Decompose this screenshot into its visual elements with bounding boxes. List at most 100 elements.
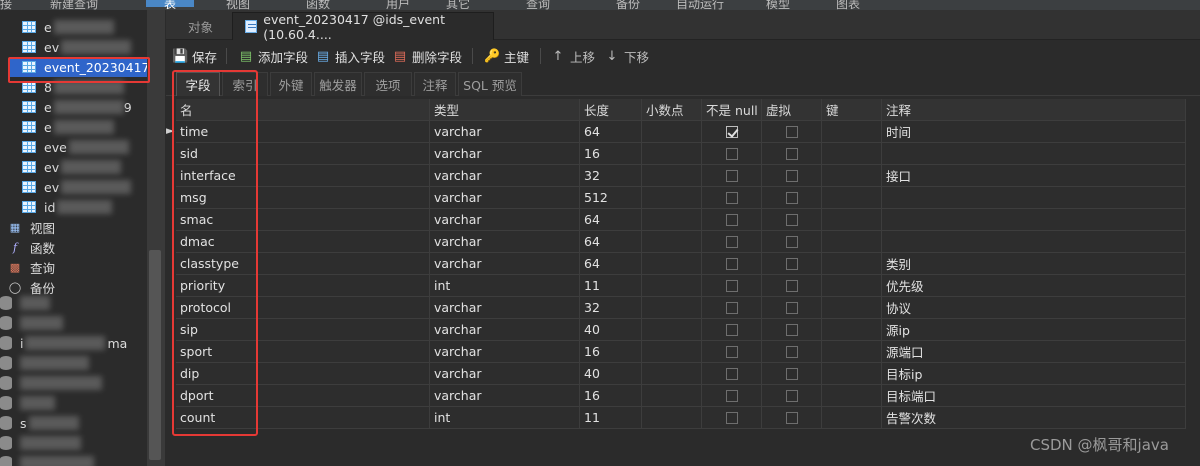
cell-decimals[interactable]: [642, 341, 702, 363]
table-row[interactable]: sip varchar 40 源ip: [176, 319, 1186, 341]
cell-comment[interactable]: [882, 187, 1186, 209]
cell-virtual[interactable]: [762, 231, 822, 253]
cell-comment[interactable]: [882, 209, 1186, 231]
top-menu-item[interactable]: 接: [0, 0, 12, 10]
subtab-2[interactable]: 外键: [270, 72, 312, 96]
cell-virtual[interactable]: [762, 209, 822, 231]
top-menu-item[interactable]: 新建查询: [50, 0, 98, 10]
cell-virtual[interactable]: [762, 297, 822, 319]
sidebar-database-item[interactable]: [0, 453, 94, 466]
not-null-checkbox[interactable]: [725, 191, 738, 204]
cell-comment[interactable]: [882, 143, 1186, 165]
sidebar-database-item[interactable]: i ma: [0, 333, 127, 353]
cell-virtual[interactable]: [762, 253, 822, 275]
cell-not-null[interactable]: [702, 319, 762, 341]
column-header[interactable]: 不是 null: [702, 99, 762, 121]
cell-decimals[interactable]: [642, 319, 702, 341]
cell-decimals[interactable]: [642, 407, 702, 429]
cell-key[interactable]: [822, 363, 882, 385]
table-row[interactable]: dport varchar 16 目标端口: [176, 385, 1186, 407]
add-field-button[interactable]: ▤ 添加字段: [238, 42, 308, 70]
column-header[interactable]: 小数点: [642, 99, 702, 121]
table-row[interactable]: dip varchar 40 目标ip: [176, 363, 1186, 385]
virtual-checkbox[interactable]: [785, 169, 798, 182]
table-row[interactable]: msg varchar 512: [176, 187, 1186, 209]
virtual-checkbox[interactable]: [785, 147, 798, 160]
primary-key-button[interactable]: 🔑 主键: [484, 42, 529, 70]
cell-not-null[interactable]: [702, 275, 762, 297]
cell-length[interactable]: 11: [580, 407, 642, 429]
sidebar-database-item[interactable]: [0, 293, 50, 313]
top-menu-item[interactable]: 视图: [226, 0, 250, 10]
cell-decimals[interactable]: [642, 209, 702, 231]
cell-decimals[interactable]: [642, 231, 702, 253]
cell-not-null[interactable]: [702, 297, 762, 319]
cell-virtual[interactable]: [762, 165, 822, 187]
not-null-checkbox[interactable]: [725, 279, 738, 292]
cell-type[interactable]: int: [430, 275, 580, 297]
not-null-checkbox[interactable]: [725, 125, 738, 138]
top-menu-item[interactable]: 查询: [526, 0, 550, 10]
cell-comment[interactable]: 协议: [882, 297, 1186, 319]
cell-length[interactable]: 32: [580, 297, 642, 319]
cell-not-null[interactable]: [702, 165, 762, 187]
virtual-checkbox[interactable]: [785, 279, 798, 292]
not-null-checkbox[interactable]: [725, 213, 738, 226]
sidebar-database-item[interactable]: [0, 433, 81, 453]
insert-field-button[interactable]: ▤ 插入字段: [315, 42, 385, 70]
delete-field-button[interactable]: ▤ 删除字段: [392, 42, 462, 70]
cell-comment[interactable]: 源端口: [882, 341, 1186, 363]
cell-key[interactable]: [822, 209, 882, 231]
cell-not-null[interactable]: [702, 209, 762, 231]
cell-comment[interactable]: 时间: [882, 121, 1186, 143]
sidebar-scrollbar-thumb[interactable]: [149, 250, 161, 460]
cell-length[interactable]: 40: [580, 363, 642, 385]
cell-key[interactable]: [822, 385, 882, 407]
cell-length[interactable]: 11: [580, 275, 642, 297]
cell-key[interactable]: [822, 253, 882, 275]
virtual-checkbox[interactable]: [785, 213, 798, 226]
sidebar-object-view[interactable]: ▦ 视图: [8, 217, 55, 237]
top-menu-item[interactable]: 自动运行: [676, 0, 724, 10]
virtual-checkbox[interactable]: [785, 367, 798, 380]
column-header[interactable]: 键: [822, 99, 882, 121]
cell-not-null[interactable]: [702, 385, 762, 407]
table-row[interactable]: protocol varchar 32 协议: [176, 297, 1186, 319]
cell-decimals[interactable]: [642, 275, 702, 297]
sidebar-database-item[interactable]: s: [0, 413, 79, 433]
cell-virtual[interactable]: [762, 407, 822, 429]
virtual-checkbox[interactable]: [785, 411, 798, 424]
sidebar-database-item[interactable]: [0, 373, 102, 393]
cell-virtual[interactable]: [762, 385, 822, 407]
sidebar-table-item[interactable]: e9: [22, 97, 132, 117]
cell-decimals[interactable]: [642, 143, 702, 165]
sidebar-database-item[interactable]: [0, 313, 63, 333]
virtual-checkbox[interactable]: [785, 191, 798, 204]
cell-comment[interactable]: [882, 231, 1186, 253]
cell-decimals[interactable]: [642, 165, 702, 187]
cell-virtual[interactable]: [762, 363, 822, 385]
cell-type[interactable]: varchar: [430, 165, 580, 187]
cell-comment[interactable]: 目标端口: [882, 385, 1186, 407]
virtual-checkbox[interactable]: [785, 301, 798, 314]
cell-not-null[interactable]: [702, 143, 762, 165]
cell-not-null[interactable]: [702, 121, 762, 143]
cell-length[interactable]: 16: [580, 143, 642, 165]
table-row[interactable]: classtype varchar 64 类别: [176, 253, 1186, 275]
not-null-checkbox[interactable]: [725, 147, 738, 160]
top-menu-item[interactable]: 其它: [446, 0, 470, 10]
cell-length[interactable]: 32: [580, 165, 642, 187]
cell-not-null[interactable]: [702, 253, 762, 275]
cell-virtual[interactable]: [762, 341, 822, 363]
sidebar-database-item[interactable]: [0, 393, 55, 413]
cell-decimals[interactable]: [642, 297, 702, 319]
cell-key[interactable]: [822, 231, 882, 253]
cell-type[interactable]: varchar: [430, 209, 580, 231]
cell-comment[interactable]: 目标ip: [882, 363, 1186, 385]
not-null-checkbox[interactable]: [725, 411, 738, 424]
table-row[interactable]: time varchar 64 时间: [176, 121, 1186, 143]
cell-comment[interactable]: 告警次数: [882, 407, 1186, 429]
top-menu-item[interactable]: 备份: [616, 0, 640, 10]
virtual-checkbox[interactable]: [785, 125, 798, 138]
cell-length[interactable]: 64: [580, 121, 642, 143]
